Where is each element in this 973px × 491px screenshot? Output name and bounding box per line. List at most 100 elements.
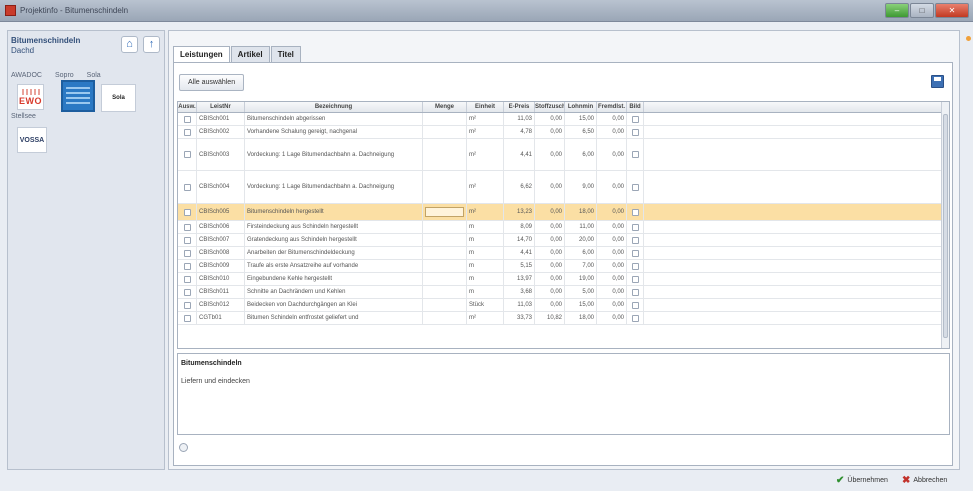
table-row[interactable]: CBISch009 Traufe als erste Ansatzreihe au… [178, 260, 949, 273]
row-checkbox[interactable] [183, 288, 191, 296]
table-cell-nr: CBISch004 [197, 171, 245, 203]
save-icon[interactable] [931, 75, 944, 88]
row-checkbox[interactable] [631, 223, 639, 231]
checkbox-cell [627, 204, 644, 220]
row-checkbox[interactable] [183, 301, 191, 309]
row-checkbox[interactable] [183, 275, 191, 283]
checkbox-cell [178, 247, 197, 259]
up-button[interactable]: ↑ [143, 36, 160, 53]
row-checkbox[interactable] [631, 288, 639, 296]
column-header[interactable]: Bezeichnung [245, 102, 423, 112]
select-all-button[interactable]: Alle auswählen [179, 74, 245, 91]
table-row[interactable]: CGTb01 Bitumen Schindeln entfrostet gelie… [178, 312, 949, 325]
row-checkbox[interactable] [183, 314, 191, 322]
table-row[interactable]: CBISch011 Schnitte an Dachrändern und Keh… [178, 286, 949, 299]
brand-logo-sopro[interactable] [61, 80, 95, 112]
tab-leistungen[interactable]: Leistungen [173, 46, 230, 63]
table-cell-stoff: 0,00 [535, 139, 565, 170]
table-cell-bez: Firsteindeckung aus Schindeln hergestell… [245, 221, 423, 233]
table-row[interactable]: CBISch010 Eingebundene Kehle hergestellt m… [178, 273, 949, 286]
row-checkbox[interactable] [631, 262, 639, 270]
table-row[interactable]: CBISch003 Vordeckung: 1 Lage Bitumendachb… [178, 139, 949, 171]
row-checkbox[interactable] [183, 151, 191, 158]
column-header[interactable]: LeistNr [197, 102, 245, 112]
table-cell-lohn: 18,00 [565, 204, 597, 220]
table-cell-lohn: 5,00 [565, 286, 597, 298]
cancel-button[interactable]: ✖ Abbrechen [898, 474, 951, 488]
row-checkbox[interactable] [183, 128, 191, 136]
column-header[interactable]: Bild [627, 102, 644, 112]
column-header[interactable]: E-Preis [504, 102, 535, 112]
brand-logo-vossa[interactable]: VOSSA [17, 127, 47, 153]
brand-logo-sola[interactable]: Sola [101, 84, 136, 112]
table-row[interactable]: CBISch004 Vordeckung: 1 Lage Bitumendachb… [178, 171, 949, 204]
table-cell-ep: 4,41 [504, 247, 535, 259]
table-cell-nr: CBISch012 [197, 299, 245, 311]
brand-logo-ewo[interactable]: EWO [17, 84, 44, 110]
row-checkbox[interactable] [183, 262, 191, 270]
column-header[interactable]: Stoffzuschl. [535, 102, 565, 112]
row-checkbox[interactable] [631, 249, 639, 257]
row-checkbox[interactable] [631, 128, 639, 136]
table-scrollbar[interactable] [941, 102, 949, 348]
column-header[interactable]: Einheit [467, 102, 504, 112]
table-cell-einheit: m [467, 234, 504, 246]
home-button[interactable]: ⌂ [121, 36, 138, 53]
column-header[interactable]: Fremdlst. [597, 102, 627, 112]
table-cell-stoff: 0,00 [535, 113, 565, 125]
expand-icon[interactable] [179, 443, 188, 452]
maximize-button[interactable]: □ [910, 3, 934, 18]
menge-input[interactable] [425, 207, 464, 217]
table-row[interactable]: CBISch001 Bitumenschindeln abgerissen m² 11… [178, 113, 949, 126]
table-cell-nr: CBISch006 [197, 221, 245, 233]
ok-button[interactable]: ✔ Übernehmen [832, 474, 892, 488]
table-cell-fremd: 0,00 [597, 204, 627, 220]
description-text: Liefern und eindecken [181, 378, 250, 385]
table-cell-bez: Bitumenschindeln abgerissen [245, 113, 423, 125]
left-panel-title-text: Bitumenschindeln [11, 36, 81, 45]
row-checkbox[interactable] [183, 223, 191, 231]
row-checkbox[interactable] [631, 301, 639, 309]
table-cell-einheit: m [467, 286, 504, 298]
row-checkbox[interactable] [631, 183, 639, 191]
table-header: Ausw. LeistNr Bezeichnung Menge Einheit … [178, 102, 949, 113]
table-row[interactable]: CBISch007 Gratendeckung aus Schindeln her… [178, 234, 949, 247]
row-checkbox[interactable] [631, 151, 639, 158]
table-cell-nr: CGTb01 [197, 312, 245, 324]
table-cell-einheit: m² [467, 312, 504, 324]
row-checkbox[interactable] [631, 275, 639, 283]
table-row[interactable]: CBISch002 Vorhandene Schalung gereigt, na… [178, 126, 949, 139]
table-row[interactable]: CBISch005 Bitumenschindeln hergestellt m² 1… [178, 204, 949, 221]
row-checkbox[interactable] [183, 208, 191, 216]
checkbox-cell [627, 171, 644, 203]
row-checkbox[interactable] [631, 314, 639, 322]
minimize-button[interactable]: – [885, 3, 909, 18]
row-checkbox[interactable] [183, 249, 191, 257]
row-checkbox[interactable] [631, 208, 639, 216]
row-checkbox[interactable] [183, 236, 191, 244]
close-button[interactable]: ✕ [935, 3, 969, 18]
brand-label: Sopro [54, 72, 74, 79]
tab-titel[interactable]: Titel [270, 46, 301, 62]
table-cell-lohn: 7,00 [565, 260, 597, 272]
table-row[interactable]: CBISch012 Beidecken von Dachdurchgängen a… [178, 299, 949, 312]
scroll-thumb[interactable] [943, 114, 948, 338]
table-cell-stoff: 10,82 [535, 312, 565, 324]
column-header[interactable]: Menge [423, 102, 467, 112]
tab-artikel[interactable]: Artikel [230, 46, 270, 62]
table-cell-fremd: 0,00 [597, 171, 627, 203]
table-row[interactable]: CBISch008 Anarbeiten der Bitumenschindeld… [178, 247, 949, 260]
row-checkbox[interactable] [183, 183, 191, 191]
row-checkbox[interactable] [183, 115, 191, 123]
column-header[interactable]: Lohnmin [565, 102, 597, 112]
row-checkbox[interactable] [631, 115, 639, 123]
home-icon: ⌂ [126, 38, 133, 50]
table-cell-nr: CBISch011 [197, 286, 245, 298]
table-row[interactable]: CBISch006 Firsteindeckung aus Schindeln h… [178, 221, 949, 234]
column-header[interactable]: Ausw. [178, 102, 197, 112]
table-cell-empty [423, 299, 467, 311]
row-checkbox[interactable] [631, 236, 639, 244]
table-cell-lohn: 18,00 [565, 312, 597, 324]
logo-ewo-text: EWO [19, 95, 42, 106]
table-cell-stoff: 0,00 [535, 247, 565, 259]
